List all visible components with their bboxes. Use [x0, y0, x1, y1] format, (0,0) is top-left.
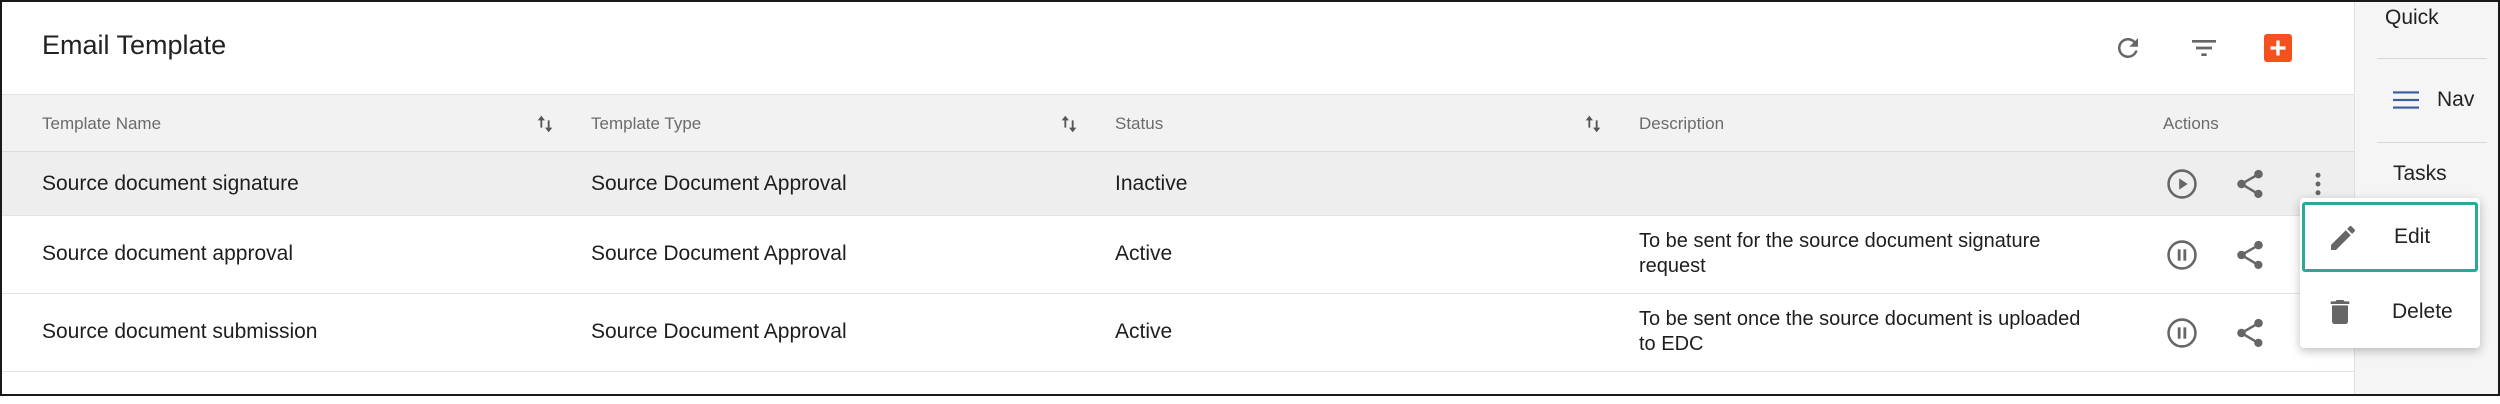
share-icon [2237, 240, 2263, 270]
sort-icon[interactable] [1058, 113, 1080, 135]
edit-label: Edit [2394, 225, 2431, 248]
edit-menu-item[interactable]: Edit [2302, 202, 2478, 272]
description-cell: To be sent once the source document is u… [1639, 307, 2159, 357]
side-item-quick[interactable]: Quick [2385, 6, 2439, 30]
share-button[interactable] [2230, 313, 2270, 353]
col-header-actions: Actions [2163, 114, 2219, 133]
template-name-cell: Source document submission [42, 320, 318, 343]
col-header-template-name: Template Name [42, 114, 162, 133]
share-button[interactable] [2230, 164, 2270, 204]
template-name-cell: Source document approval [42, 242, 293, 265]
pause-icon [2167, 318, 2197, 348]
play-icon [2167, 169, 2197, 199]
status-cell: Active [1115, 242, 1173, 265]
description-line: To be sent for the source document signa… [1639, 230, 2041, 252]
template-type-cell: Source Document Approval [591, 242, 847, 265]
description-cell: To be sent for the source document signa… [1639, 229, 2159, 279]
add-template-button[interactable] [2264, 34, 2292, 62]
share-icon [2237, 318, 2263, 348]
deactivate-button[interactable] [2162, 313, 2202, 353]
add-icon [2270, 40, 2286, 56]
deactivate-button[interactable] [2162, 235, 2202, 275]
pencil-icon [2331, 225, 2356, 250]
table-row[interactable]: Source document submission Source Docume… [2, 294, 2354, 372]
side-item-nav-label: Nav [2437, 88, 2475, 111]
template-type-cell: Source Document Approval [591, 320, 847, 343]
template-type-cell: Source Document Approval [591, 172, 847, 195]
main-panel: Email Template Template Name Template Ty… [2, 2, 2354, 394]
col-header-description: Description [1639, 114, 1725, 133]
pause-icon [2167, 240, 2197, 270]
share-icon [2237, 169, 2263, 199]
app-frame: Email Template Template Name Template Ty… [0, 0, 2500, 396]
filter-button[interactable] [2184, 28, 2224, 68]
status-cell: Inactive [1115, 172, 1188, 195]
filter-icon [2192, 40, 2216, 56]
template-name-cell: Source document signature [42, 172, 299, 195]
col-header-template-type: Template Type [591, 114, 702, 133]
trash-icon [2330, 300, 2350, 324]
description-line: to EDC [1639, 333, 1704, 355]
description-line: To be sent once the source document is u… [1639, 308, 2081, 330]
delete-menu-item[interactable]: Delete [2300, 278, 2480, 344]
activate-button[interactable] [2162, 164, 2202, 204]
refresh-icon [2117, 37, 2138, 58]
description-line: request [1639, 255, 1706, 277]
share-button[interactable] [2230, 235, 2270, 275]
table-row[interactable]: Source document signature Source Documen… [2, 152, 2354, 216]
side-item-tasks[interactable]: Tasks [2393, 162, 2447, 186]
col-header-status: Status [1115, 114, 1164, 133]
page-header: Email Template [2, 2, 2354, 94]
sort-icon[interactable] [534, 113, 556, 135]
table-header: Template Name Template Type Status Descr… [2, 94, 2354, 152]
more-vert-icon [2315, 172, 2321, 196]
page-title: Email Template [42, 30, 227, 60]
table-row[interactable]: Source document approval Source Document… [2, 216, 2354, 294]
divider [2377, 142, 2487, 143]
refresh-button[interactable] [2108, 28, 2148, 68]
row-actions-menu: Edit Delete [2300, 198, 2480, 348]
side-item-nav[interactable]: Nav [2393, 88, 2474, 112]
menu-icon [2393, 91, 2419, 109]
delete-label: Delete [2392, 300, 2453, 323]
divider [2377, 58, 2487, 59]
status-cell: Active [1115, 320, 1173, 343]
sort-icon[interactable] [1582, 113, 1604, 135]
